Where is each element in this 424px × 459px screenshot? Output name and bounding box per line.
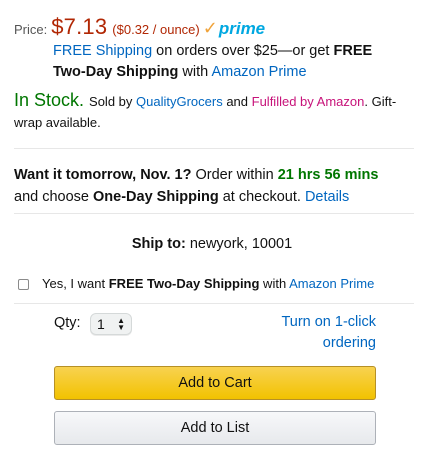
unit-price: ($0.32 / ounce)	[112, 22, 200, 37]
ship-to-location: newyork, 10001	[189, 236, 293, 252]
in-stock-status: In Stock.	[14, 90, 85, 110]
details-link[interactable]: Details	[305, 189, 349, 205]
two-day-shipping-checkbox[interactable]	[18, 279, 29, 290]
oneclick-line2: ordering	[322, 335, 376, 351]
free-bold: FREE	[333, 43, 373, 59]
quantity-value: 1	[97, 316, 105, 332]
price-value: $7.13	[51, 14, 108, 39]
one-day-shipping-bold: One-Day Shipping	[93, 189, 219, 205]
shipping-promo-line2: Two-Day Shipping with Amazon Prime	[53, 62, 413, 83]
want-it-tomorrow: Want it tomorrow, Nov. 1?	[14, 167, 192, 183]
ship-to-label: Ship to:	[131, 236, 186, 252]
with-text: with	[259, 276, 290, 291]
prime-check-icon: ✓	[202, 18, 218, 38]
add-to-list-button[interactable]: Add to List	[54, 411, 376, 445]
add-to-cart-label: Add to Cart	[178, 375, 252, 391]
sold-by-text: Sold by	[89, 94, 137, 109]
two-day-shipping-option[interactable]: Yes, I want FREE Two-Day Shipping with A…	[42, 275, 374, 293]
price-label: Price:	[14, 22, 48, 37]
amazon-prime-link[interactable]: Amazon Prime	[211, 64, 306, 80]
up-down-arrows-icon: ▲ ▼	[117, 316, 125, 332]
and-text: and	[222, 94, 252, 109]
quantity-label: Qty:	[54, 315, 81, 331]
seller-link[interactable]: QualityGrocers	[136, 94, 223, 109]
ship-to[interactable]: Ship to: newyork, 10001	[0, 236, 424, 252]
with-text: with	[178, 64, 212, 80]
add-to-list-label: Add to List	[180, 420, 250, 436]
shipping-promo-line1: FREE Shipping on orders over $25—or get …	[53, 41, 413, 62]
quantity-dropdown[interactable]: 1 ▲ ▼	[90, 313, 132, 335]
free-shipping-link[interactable]: FREE Shipping	[53, 43, 152, 59]
amazon-prime-link[interactable]: Amazon Prime	[289, 276, 374, 291]
two-day-shipping-bold: Two-Day Shipping	[53, 64, 179, 80]
prime-logo-text: prime	[218, 19, 266, 38]
turn-on-one-click-link[interactable]: Turn on 1-click ordering	[250, 312, 376, 354]
add-to-cart-button[interactable]: Add to Cart	[54, 366, 376, 400]
at-checkout-text: at checkout.	[218, 189, 305, 205]
prime-badge: ✓ prime	[203, 19, 265, 39]
price-row: Price: $7.13 ($0.32 / ounce) ✓ prime	[14, 14, 265, 40]
divider	[14, 213, 414, 214]
delivery-message: Want it tomorrow, Nov. 1? Order within 2…	[14, 164, 414, 208]
yes-text: Yes, I want	[42, 276, 109, 291]
stock-info: In Stock. Sold by QualityGrocers and Fulf…	[14, 90, 414, 133]
divider	[14, 303, 414, 304]
two-day-bold: FREE Two-Day Shipping	[108, 276, 260, 291]
oneclick-line1: Turn on 1-click	[281, 314, 376, 330]
order-within-text: Order within	[191, 167, 278, 183]
and-choose-text: and choose	[14, 189, 94, 205]
shipping-promo-text: on orders over $25—or get	[152, 43, 334, 59]
divider	[14, 148, 414, 149]
fulfilled-by-amazon-link[interactable]: Fulfilled by Amazon	[252, 94, 365, 109]
countdown-timer: 21 hrs 56 mins	[277, 167, 379, 183]
